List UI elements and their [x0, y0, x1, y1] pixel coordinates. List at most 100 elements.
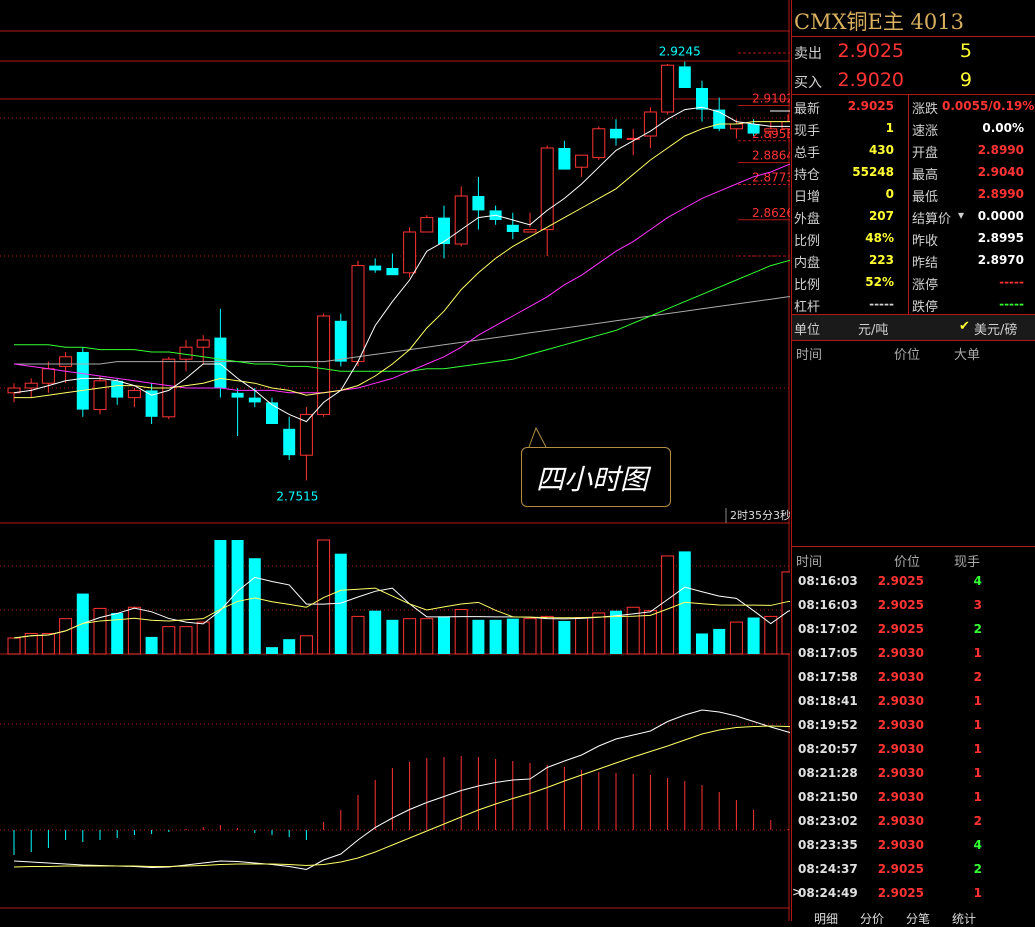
stat-value: 430 [868, 143, 894, 157]
stat-value: 2.8995 [977, 231, 1024, 245]
tick-row[interactable]: 08:16:03 2.9025 4 [792, 574, 1035, 596]
tick-price: 2.9030 [877, 838, 924, 852]
tick-time: 08:23:35 [798, 838, 858, 852]
volume-bar [729, 621, 743, 655]
candle-body [696, 88, 708, 110]
stat-label: 杠杆 [794, 300, 821, 315]
stat-label: 涨停 [912, 278, 939, 293]
stat-value: 1 [885, 121, 894, 135]
stat-value: 55248 [852, 165, 894, 179]
volume-bar [127, 606, 141, 655]
tick-row[interactable]: 08:21:50 2.9030 1 [792, 790, 1035, 812]
tick-row[interactable]: 08:16:03 2.9025 3 [792, 598, 1035, 620]
volume-bar [196, 621, 210, 655]
tick-row[interactable]: 08:17:05 2.9030 1 [792, 646, 1035, 668]
tab-2[interactable]: 分笔 [906, 910, 930, 927]
volume-bar [713, 628, 726, 654]
volume-bar [489, 619, 502, 654]
candle-body [93, 380, 107, 411]
unit-usd-option[interactable]: 美元/磅 [974, 319, 1017, 338]
stats-divider [908, 94, 909, 314]
volume-bar [696, 633, 708, 654]
candle-body [334, 320, 347, 362]
stat-value: ----- [999, 275, 1024, 289]
tick-time: 08:24:37 [798, 862, 858, 876]
candle-body [643, 111, 657, 137]
high-price-label: 2.9245 [659, 45, 701, 59]
tick-time: 08:23:02 [798, 814, 858, 828]
tick-row[interactable]: 08:17:58 2.9030 2 [792, 670, 1035, 692]
volume-bar [592, 612, 606, 655]
stat-label: 涨跌 [912, 102, 939, 117]
candle-body [24, 382, 38, 389]
unit-cny-option[interactable]: 元/吨 [858, 319, 888, 338]
volume-bar [764, 615, 778, 655]
candle-body [661, 64, 675, 113]
tick-row[interactable]: 08:24:37 2.9025 2 [792, 862, 1035, 884]
stat-value: 2.9040 [977, 165, 1024, 179]
stat-value: 2.9025 [847, 99, 894, 113]
buy-price: 2.9020 [837, 69, 904, 91]
volume-bar [266, 647, 278, 654]
tick-row[interactable]: 08:19:52 2.9030 1 [792, 718, 1035, 740]
tick-row[interactable]: 08:23:35 2.9030 4 [792, 838, 1035, 860]
volume-bar [299, 635, 313, 655]
tick-volume: 1 [973, 886, 982, 900]
divider [792, 546, 1035, 547]
col-price: 价位 [894, 555, 921, 570]
tick-price: 2.9025 [877, 862, 924, 876]
annotation-text: 四小时图 [536, 463, 649, 496]
tab-3[interactable]: 统计 [952, 910, 976, 927]
candle-body [283, 428, 296, 456]
level-label: 2.8626 [752, 206, 790, 220]
tick-row[interactable]: 08:17:02 2.9025 2 [792, 622, 1035, 644]
candle-body [299, 413, 313, 456]
tick-row[interactable]: 08:24:49 2.9025 1 [792, 886, 1035, 908]
candle-body [592, 128, 606, 159]
candle-body [369, 265, 382, 271]
tick-time: 08:16:03 [798, 574, 858, 588]
candle-body [59, 356, 73, 367]
tab-0[interactable]: 明细 [814, 910, 838, 927]
col-time: 时间 [796, 555, 823, 570]
macd-dif-line [13, 709, 790, 871]
candle-body [127, 389, 141, 399]
stat-label: 日增 [794, 190, 821, 205]
candle-body [678, 66, 691, 88]
candle-body [454, 195, 468, 245]
ma40-line [14, 259, 790, 372]
stat-value: 223 [868, 253, 894, 267]
tick-price: 2.9030 [877, 742, 924, 756]
candle-body [76, 352, 89, 410]
tick-row[interactable]: 08:21:28 2.9030 1 [792, 766, 1035, 788]
stat-value: 52% [865, 275, 894, 289]
candle-body [764, 128, 778, 132]
tick-row[interactable]: 08:20:57 2.9030 1 [792, 742, 1035, 764]
kline-chart-area[interactable]: 2.9102 2.8955 2.8864 2.8773 2.8626 2.9245 2.75… [0, 0, 790, 921]
candle-body [523, 229, 537, 233]
stat-value: 0.0000 [977, 209, 1024, 223]
kline-chart[interactable]: 2.91022.89552.88642.87732.86262.92452.75… [0, 0, 790, 921]
volume-bar [162, 626, 176, 655]
tab-1[interactable]: 分价 [860, 910, 884, 927]
candle-body [420, 217, 434, 233]
tick-volume: 1 [973, 742, 982, 756]
tick-row[interactable]: 08:18:41 2.9030 1 [792, 694, 1035, 716]
tick-row[interactable]: 08:23:02 2.9030 2 [792, 814, 1035, 836]
stat-label: 昨收 [912, 234, 939, 249]
col-price: 价位 [894, 348, 921, 363]
volume-bar [610, 610, 622, 654]
candle-body [351, 265, 365, 363]
tick-volume: 2 [973, 814, 982, 828]
divider [792, 94, 1035, 95]
candle-body [781, 121, 790, 130]
volume-bar [283, 639, 296, 654]
tick-time: 08:20:57 [798, 742, 858, 756]
divider [792, 340, 1035, 341]
candle-body [111, 380, 124, 398]
stat-label: 最低 [912, 190, 939, 205]
divider [792, 36, 1035, 37]
candle-body [506, 224, 519, 232]
tick-volume: 3 [973, 598, 982, 612]
countdown-timer: 2时35分3秒 [730, 508, 790, 522]
